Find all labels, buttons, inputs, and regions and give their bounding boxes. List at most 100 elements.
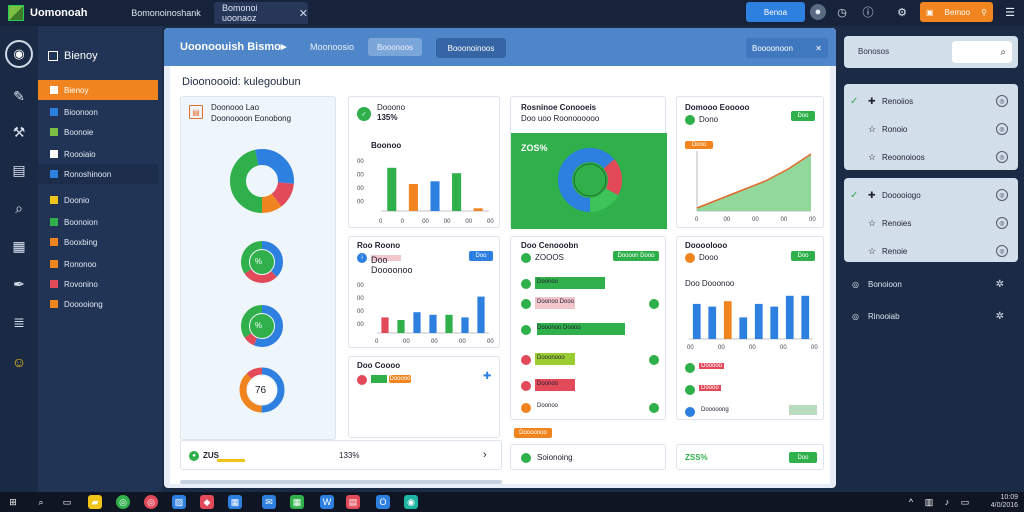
main-title-suffix[interactable]: Bismo▸ — [247, 41, 286, 53]
header-action-button[interactable]: Boooonoon ✕ — [746, 38, 828, 58]
bottom-right-badge[interactable]: Doo — [789, 452, 817, 463]
bar-3 — [452, 173, 462, 211]
sidebar-item-8[interactable]: Rononoo — [38, 254, 158, 274]
battery-icon[interactable]: ▭ — [958, 495, 972, 509]
list-icon[interactable]: ≣ — [7, 310, 31, 334]
mail-icon[interactable]: ✉ — [262, 495, 276, 509]
settings-circle-icon[interactable]: ◎ — [996, 95, 1008, 107]
word-icon[interactable]: W — [320, 495, 334, 509]
settings-circle-icon[interactable]: ◎ — [996, 189, 1008, 201]
home-icon[interactable]: ◉ — [5, 40, 33, 68]
main-subtitle[interactable]: Moonoosio — [310, 42, 354, 52]
rg1-item-0[interactable]: ✓ ✚ Renoiios ◎ — [844, 88, 1018, 114]
excel-icon[interactable]: ▦ — [290, 495, 304, 509]
photos-icon[interactable]: ▨ — [172, 495, 186, 509]
gear-icon[interactable]: ✲ — [996, 311, 1004, 322]
rg1-item-2[interactable]: ☆ Reoonoioos ◎ — [844, 144, 1018, 170]
gear-icon[interactable]: ✲ — [996, 279, 1004, 290]
right-loose-item-0[interactable]: ◎ Bonoioon ✲ — [848, 272, 1018, 296]
sidebar-item-9[interactable]: Rovonino — [38, 274, 158, 294]
bar-6 — [477, 296, 485, 333]
sidebar-item-6[interactable]: Boonoion — [38, 212, 158, 232]
sidebar-item-4[interactable]: Ronoshinoon — [38, 164, 158, 184]
card6-sub: Dooo — [699, 253, 719, 262]
briefcase-icon[interactable]: ▦ — [7, 234, 31, 258]
smile-icon[interactable]: ☺ — [7, 350, 31, 374]
card3-badge[interactable]: Doo — [791, 111, 815, 121]
orange-action-button[interactable]: ▣ Bemoo ⚲ — [920, 2, 993, 22]
view-pill[interactable]: Booonoinoos — [436, 38, 506, 58]
card6-badge[interactable]: Doo — [791, 251, 815, 261]
bottom-mid-card[interactable]: Soionoing — [510, 444, 666, 470]
right-loose-item-1[interactable]: ◎ Rinooiab ✲ — [848, 304, 1018, 328]
card4-badge[interactable]: Doo — [469, 251, 493, 261]
taskbar-clock[interactable]: 10:09 4/0/2016 — [991, 494, 1018, 510]
close-icon[interactable]: ✕ — [299, 7, 308, 20]
settings-circle-icon[interactable]: ◎ — [996, 123, 1008, 135]
sidebar-item-1[interactable]: Bioonoon — [38, 102, 158, 122]
rg2-item-2[interactable]: ☆ Renoie ◎ — [844, 238, 1018, 264]
sidebar-item-0[interactable]: Bienoy — [38, 80, 158, 100]
settings-circle-icon[interactable]: ◎ — [996, 217, 1008, 229]
tools-icon[interactable]: ⚒ — [7, 120, 31, 144]
store-icon[interactable]: ▦ — [228, 495, 242, 509]
sidebar-item-7[interactable]: Booxbing — [38, 232, 158, 252]
plus-icon[interactable]: ✚ — [483, 371, 491, 382]
app-icon[interactable]: ▤ — [346, 495, 360, 509]
primary-action-button[interactable]: Benoa — [746, 2, 805, 22]
info-icon[interactable]: ⓘ — [860, 4, 876, 20]
search-icon[interactable]: ⌕ — [1000, 47, 1006, 58]
avatar-icon[interactable]: ● — [810, 4, 826, 20]
outlook-icon[interactable]: O — [376, 495, 390, 509]
task-view-icon[interactable]: ▭ — [60, 495, 74, 509]
search-icon[interactable]: ⌕ — [7, 196, 31, 220]
rg2-item-0[interactable]: ✓ ✚ Dooooiogo ◎ — [844, 182, 1018, 208]
close-icon[interactable]: ✕ — [815, 44, 822, 53]
chevron-up-icon[interactable]: ^ — [904, 495, 918, 509]
network-icon[interactable]: ▥ — [922, 495, 936, 509]
windows-start-icon[interactable]: ⊞ — [6, 495, 20, 509]
chart-icon[interactable]: ▤ — [7, 158, 31, 182]
sidebar-item-5[interactable]: Doonio — [38, 190, 158, 210]
sidebar-title: Bienoy — [48, 50, 98, 62]
rg1-item-1[interactable]: ☆ Ronoio ◎ — [844, 116, 1018, 142]
summary-footer[interactable]: ● ZUS 133% › — [180, 440, 502, 470]
y-tick-label: 00 — [357, 159, 364, 165]
horizontal-scrollbar[interactable] — [180, 480, 502, 484]
row-label: Dooooong — [701, 407, 729, 413]
rg2-item-1[interactable]: ☆ Renoies ◎ — [844, 210, 1018, 236]
sidebar-item-icon — [50, 196, 58, 204]
sidebar-item-icon — [50, 86, 58, 94]
more-icon[interactable]: ☰ — [1002, 4, 1018, 20]
sidebar-item-3[interactable]: Roooiaio — [38, 144, 158, 164]
bottom-right-card[interactable]: ZSS% Doo — [676, 444, 824, 470]
chevron-right-icon[interactable]: › — [483, 449, 487, 461]
sidebar-item-10[interactable]: Dooooiong — [38, 294, 158, 314]
tab-primary[interactable]: Bomonoinoshank — [124, 4, 208, 22]
clock-icon[interactable]: ◷ — [834, 4, 850, 20]
row-check-icon[interactable] — [649, 403, 659, 413]
search-icon[interactable]: ⌕ — [34, 495, 48, 509]
card5-badge[interactable]: Doooon Dooo — [613, 251, 659, 261]
volume-icon[interactable]: ♪ — [940, 495, 954, 509]
filter-pill[interactable]: Booonoos — [368, 38, 422, 56]
pen-icon[interactable]: ✒ — [7, 272, 31, 296]
settings-circle-icon[interactable]: ◎ — [996, 245, 1008, 257]
row-badge[interactable] — [789, 405, 817, 415]
sidebar-item-icon — [50, 128, 58, 136]
chrome-icon[interactable]: ◎ — [116, 495, 130, 509]
sidebar-item-2[interactable]: Boonoie — [38, 122, 158, 142]
browser-icon[interactable]: ◎ — [144, 495, 158, 509]
teams-icon[interactable]: ◉ — [404, 495, 418, 509]
settings-circle-icon[interactable]: ◎ — [996, 151, 1008, 163]
row-status-icon — [685, 407, 695, 417]
tab-secondary[interactable]: Bomonoi uoonaoz ✕ — [214, 2, 308, 24]
palette-icon[interactable]: ✎ — [7, 84, 31, 108]
star-icon: ☆ — [868, 123, 877, 134]
shield-icon[interactable]: ◆ — [200, 495, 214, 509]
gear-icon[interactable]: ⚙ — [894, 4, 910, 20]
file-explorer-icon[interactable]: ▰ — [88, 495, 102, 509]
row-check-icon[interactable] — [649, 355, 659, 365]
row-check-icon[interactable] — [649, 299, 659, 309]
search-input[interactable]: ⌕ — [952, 41, 1012, 63]
